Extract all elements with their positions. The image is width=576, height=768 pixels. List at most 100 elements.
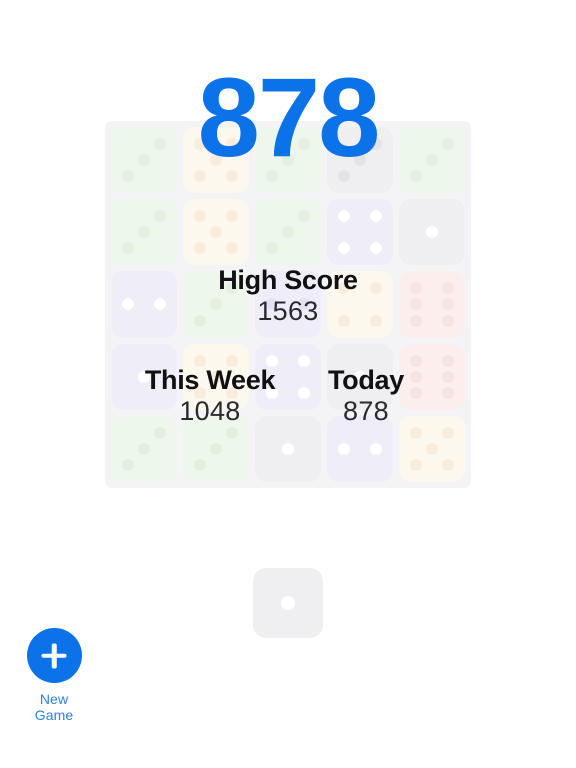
die-pip-empty bbox=[152, 168, 168, 184]
stat-high-score-value: 1563 bbox=[257, 296, 319, 327]
die-pip-empty bbox=[352, 240, 368, 256]
die-pip-empty bbox=[440, 240, 456, 256]
die-pips bbox=[255, 199, 321, 265]
die-pip bbox=[210, 154, 222, 167]
die-pip-empty bbox=[297, 576, 315, 594]
die-pip bbox=[442, 138, 454, 151]
die-pip-empty bbox=[208, 168, 224, 184]
stat-high-score-label: High Score bbox=[218, 265, 358, 295]
die-pip-empty bbox=[440, 441, 456, 457]
next-die-preview[interactable] bbox=[253, 568, 323, 638]
die-pip-empty bbox=[280, 208, 296, 224]
die-pip bbox=[282, 154, 294, 167]
die-pip bbox=[154, 138, 166, 151]
die-pip-empty bbox=[440, 224, 456, 240]
die-pips bbox=[399, 127, 465, 193]
die-pips bbox=[255, 127, 321, 193]
die-pip bbox=[338, 242, 350, 255]
board-cell[interactable] bbox=[181, 125, 251, 196]
die-pip bbox=[370, 138, 382, 151]
die-pip-empty bbox=[152, 152, 168, 168]
die-pip-empty bbox=[408, 240, 424, 256]
die-face bbox=[399, 199, 465, 266]
die-pip bbox=[426, 154, 438, 167]
die-pip-empty bbox=[352, 168, 368, 184]
die-pip bbox=[194, 458, 206, 471]
die-face bbox=[111, 127, 177, 194]
board-cell[interactable] bbox=[253, 125, 323, 196]
die-pip bbox=[442, 386, 454, 399]
die-pip-empty bbox=[408, 208, 424, 224]
die-pip-empty bbox=[368, 457, 384, 473]
die-pip-empty bbox=[120, 152, 136, 168]
board-cell[interactable] bbox=[325, 125, 395, 196]
die-pips bbox=[183, 127, 249, 193]
die-pips bbox=[327, 127, 393, 193]
die-pip bbox=[122, 242, 134, 255]
die-pip-empty bbox=[408, 224, 424, 240]
die-pip bbox=[354, 154, 366, 167]
die-pip-empty bbox=[440, 208, 456, 224]
die-pip bbox=[266, 170, 278, 183]
die-pip-empty bbox=[264, 457, 280, 473]
die-pip bbox=[154, 210, 166, 223]
die-pip-empty bbox=[224, 441, 240, 457]
die-pip-empty bbox=[297, 612, 315, 630]
die-pip bbox=[442, 370, 454, 383]
die-pip bbox=[426, 226, 438, 239]
die-pip-empty bbox=[120, 224, 136, 240]
die-pip bbox=[442, 354, 454, 367]
die-face bbox=[183, 127, 249, 194]
board-cell[interactable] bbox=[109, 125, 179, 196]
die-pip-empty bbox=[264, 208, 280, 224]
die-pip-empty bbox=[352, 224, 368, 240]
die-pip bbox=[282, 442, 294, 455]
die-pip bbox=[122, 458, 134, 471]
die-pips bbox=[399, 199, 465, 265]
die-pip-empty bbox=[408, 152, 424, 168]
die-pips bbox=[327, 199, 393, 265]
die-pip bbox=[194, 138, 206, 151]
die-pip bbox=[338, 442, 350, 455]
die-pip-empty bbox=[424, 168, 440, 184]
die-face bbox=[111, 199, 177, 266]
board-cell[interactable] bbox=[109, 197, 179, 268]
stat-today: Today 878 bbox=[296, 365, 436, 429]
board-cell[interactable] bbox=[253, 197, 323, 268]
die-pip-empty bbox=[368, 224, 384, 240]
die-pip-empty bbox=[424, 457, 440, 473]
die-pip-empty bbox=[296, 168, 312, 184]
board-cell[interactable] bbox=[397, 125, 467, 196]
next-die-pips bbox=[253, 568, 323, 638]
die-pip-empty bbox=[152, 224, 168, 240]
die-face bbox=[255, 199, 321, 266]
die-pips bbox=[111, 199, 177, 265]
die-pip bbox=[194, 210, 206, 223]
die-pip-empty bbox=[120, 208, 136, 224]
stat-high-score: High Score 1563 bbox=[0, 265, 576, 329]
new-game-button[interactable]: New Game bbox=[21, 628, 87, 723]
die-pip-empty bbox=[261, 612, 279, 630]
die-pip-empty bbox=[152, 441, 168, 457]
die-pip bbox=[410, 458, 422, 471]
die-pip-empty bbox=[408, 441, 424, 457]
die-pip-empty bbox=[424, 208, 440, 224]
die-pip bbox=[194, 242, 206, 255]
board-cell[interactable] bbox=[181, 197, 251, 268]
board-cell[interactable] bbox=[397, 197, 467, 268]
die-pip-empty bbox=[136, 457, 152, 473]
die-pip bbox=[226, 210, 238, 223]
die-pip-empty bbox=[336, 457, 352, 473]
die-pip-empty bbox=[352, 208, 368, 224]
die-pip-empty bbox=[264, 136, 280, 152]
board-cell[interactable] bbox=[325, 197, 395, 268]
die-pip-empty bbox=[192, 224, 208, 240]
die-pip-empty bbox=[336, 136, 352, 152]
die-pip bbox=[138, 442, 150, 455]
die-pip-empty bbox=[296, 441, 312, 457]
die-pip bbox=[210, 442, 222, 455]
die-pip-empty bbox=[136, 240, 152, 256]
die-pip bbox=[122, 170, 134, 183]
die-pips bbox=[183, 199, 249, 265]
die-pip-empty bbox=[279, 612, 297, 630]
